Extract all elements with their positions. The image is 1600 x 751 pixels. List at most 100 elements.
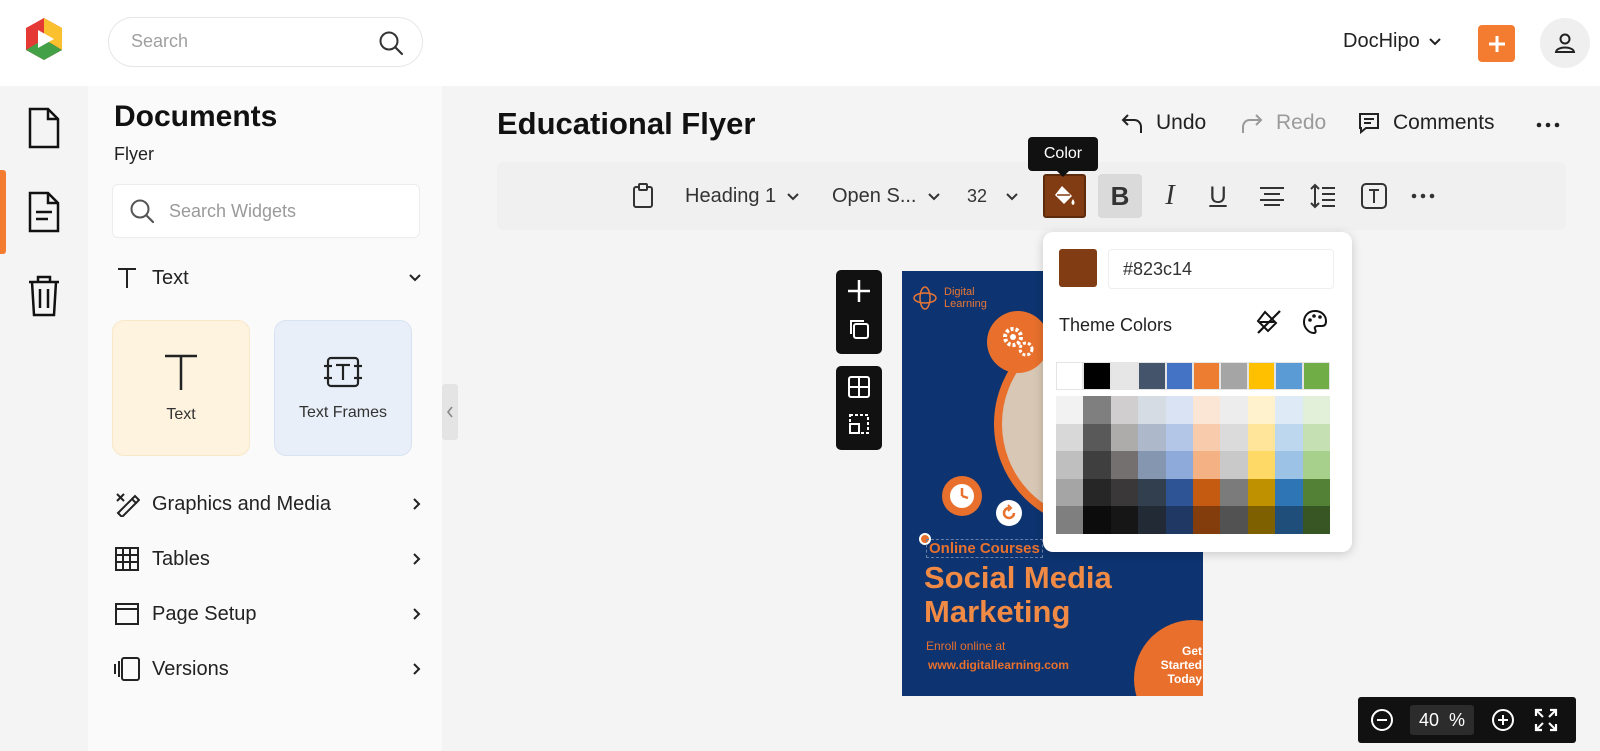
shade-color-swatch[interactable] [1192,396,1221,424]
shade-color-swatch[interactable] [1110,451,1139,479]
font-size-dropdown[interactable]: 32 [967,174,1019,218]
grid-button[interactable] [847,375,871,404]
clock-icon[interactable] [942,476,982,516]
shade-color-swatch[interactable] [1165,396,1193,424]
shade-color-swatch[interactable] [1247,451,1276,479]
flyer-online-courses[interactable]: Online Courses [926,539,1043,558]
shade-color-swatch[interactable] [1275,396,1303,424]
shade-color-swatch[interactable] [1083,396,1111,424]
shade-color-swatch[interactable] [1192,423,1221,452]
shade-color-swatch[interactable] [1192,451,1221,479]
text-box-button[interactable] [1358,174,1390,218]
create-new-button[interactable] [1478,25,1515,62]
align-center-button[interactable] [1255,174,1289,218]
shade-color-swatch[interactable] [1165,478,1193,507]
collapse-panel-handle[interactable] [442,384,458,440]
shade-color-swatch[interactable] [1220,506,1248,534]
theme-color-swatch[interactable] [1165,362,1193,390]
resize-button[interactable] [847,412,871,441]
shade-color-swatch[interactable] [1220,396,1248,424]
shade-color-swatch[interactable] [1110,478,1139,507]
global-search[interactable] [108,17,423,67]
shade-color-swatch[interactable] [1275,478,1303,507]
shade-color-swatch[interactable] [1083,478,1111,507]
shade-color-swatch[interactable] [1165,451,1193,479]
shade-color-swatch[interactable] [1056,451,1084,479]
text-frames-widget-card[interactable]: Text Frames [274,320,412,456]
toolbar-more-button[interactable] [1408,174,1438,218]
shade-color-swatch[interactable] [1138,506,1166,534]
shade-color-swatch[interactable] [1083,451,1111,479]
flyer-brand[interactable]: Digital Learning [912,285,987,311]
theme-color-swatch[interactable] [1275,362,1303,390]
theme-color-swatch[interactable] [1220,362,1248,390]
comments-button[interactable]: Comments [1357,111,1495,135]
text-style-dropdown[interactable]: Heading 1 [685,174,800,218]
flyer-cta-badge[interactable]: Get Started Today [1134,620,1203,696]
hex-color-input[interactable] [1108,249,1334,289]
shade-color-swatch[interactable] [1110,423,1139,452]
duplicate-page-button[interactable] [847,317,871,346]
shade-color-swatch[interactable] [1138,478,1166,507]
flyer-enroll-text[interactable]: Enroll online at [926,639,1005,653]
theme-color-swatch[interactable] [1056,362,1084,390]
shade-color-swatch[interactable] [1247,478,1276,507]
global-search-input[interactable] [131,31,371,52]
fullscreen-button[interactable] [1534,708,1558,737]
shade-color-swatch[interactable] [1138,423,1166,452]
flyer-url[interactable]: www.digitallearning.com [928,658,1069,672]
shade-color-swatch[interactable] [1056,506,1084,534]
theme-color-swatch[interactable] [1302,362,1330,390]
shade-color-swatch[interactable] [1247,396,1276,424]
shade-color-swatch[interactable] [1275,506,1303,534]
shade-color-swatch[interactable] [1056,423,1084,452]
shade-color-swatch[interactable] [1056,478,1084,507]
rail-item-trash[interactable] [0,254,88,338]
redo-button[interactable]: Redo [1240,111,1326,135]
search-icon[interactable] [378,30,404,61]
widget-search-input[interactable] [169,201,399,222]
shade-color-swatch[interactable] [1165,506,1193,534]
dochipo-logo[interactable] [22,16,66,62]
shade-color-swatch[interactable] [1302,506,1330,534]
undo-button[interactable]: Undo [1120,111,1206,135]
current-color-swatch[interactable] [1059,249,1097,287]
line-spacing-button[interactable] [1306,174,1340,218]
font-family-dropdown[interactable]: Open S... [832,174,941,218]
refresh-icon[interactable] [996,500,1022,526]
shade-color-swatch[interactable] [1110,396,1139,424]
user-menu-button[interactable] [1540,18,1590,68]
section-page-setup[interactable]: Page Setup [112,596,422,632]
rail-item-my-documents[interactable] [0,170,88,254]
paste-style-button[interactable] [628,174,658,218]
more-options-button[interactable] [1535,112,1561,138]
shade-color-swatch[interactable] [1302,423,1330,452]
section-tables[interactable]: Tables [112,541,422,577]
text-color-button[interactable] [1043,174,1086,218]
italic-button[interactable]: I [1152,174,1188,218]
shade-color-swatch[interactable] [1083,423,1111,452]
shade-color-swatch[interactable] [1247,506,1276,534]
shade-color-swatch[interactable] [1192,478,1221,507]
bold-button[interactable]: B [1098,174,1142,218]
shade-color-swatch[interactable] [1220,423,1248,452]
text-widget-card[interactable]: Text [112,320,250,456]
shade-color-swatch[interactable] [1302,478,1330,507]
section-versions[interactable]: Versions [112,651,422,687]
add-page-button[interactable] [846,278,872,309]
shade-color-swatch[interactable] [1275,451,1303,479]
shade-color-swatch[interactable] [1110,506,1139,534]
no-fill-icon[interactable] [1255,308,1283,341]
theme-color-swatch[interactable] [1110,362,1139,390]
shade-color-swatch[interactable] [1192,506,1221,534]
shade-color-swatch[interactable] [1165,423,1193,452]
theme-color-swatch[interactable] [1247,362,1276,390]
section-graphics-media[interactable]: Graphics and Media [112,486,422,522]
shade-color-swatch[interactable] [1247,423,1276,452]
shade-color-swatch[interactable] [1302,451,1330,479]
theme-color-swatch[interactable] [1138,362,1166,390]
underline-button[interactable]: U [1200,174,1236,218]
zoom-out-button[interactable] [1370,708,1394,737]
shade-color-swatch[interactable] [1056,396,1084,424]
shade-color-swatch[interactable] [1083,506,1111,534]
